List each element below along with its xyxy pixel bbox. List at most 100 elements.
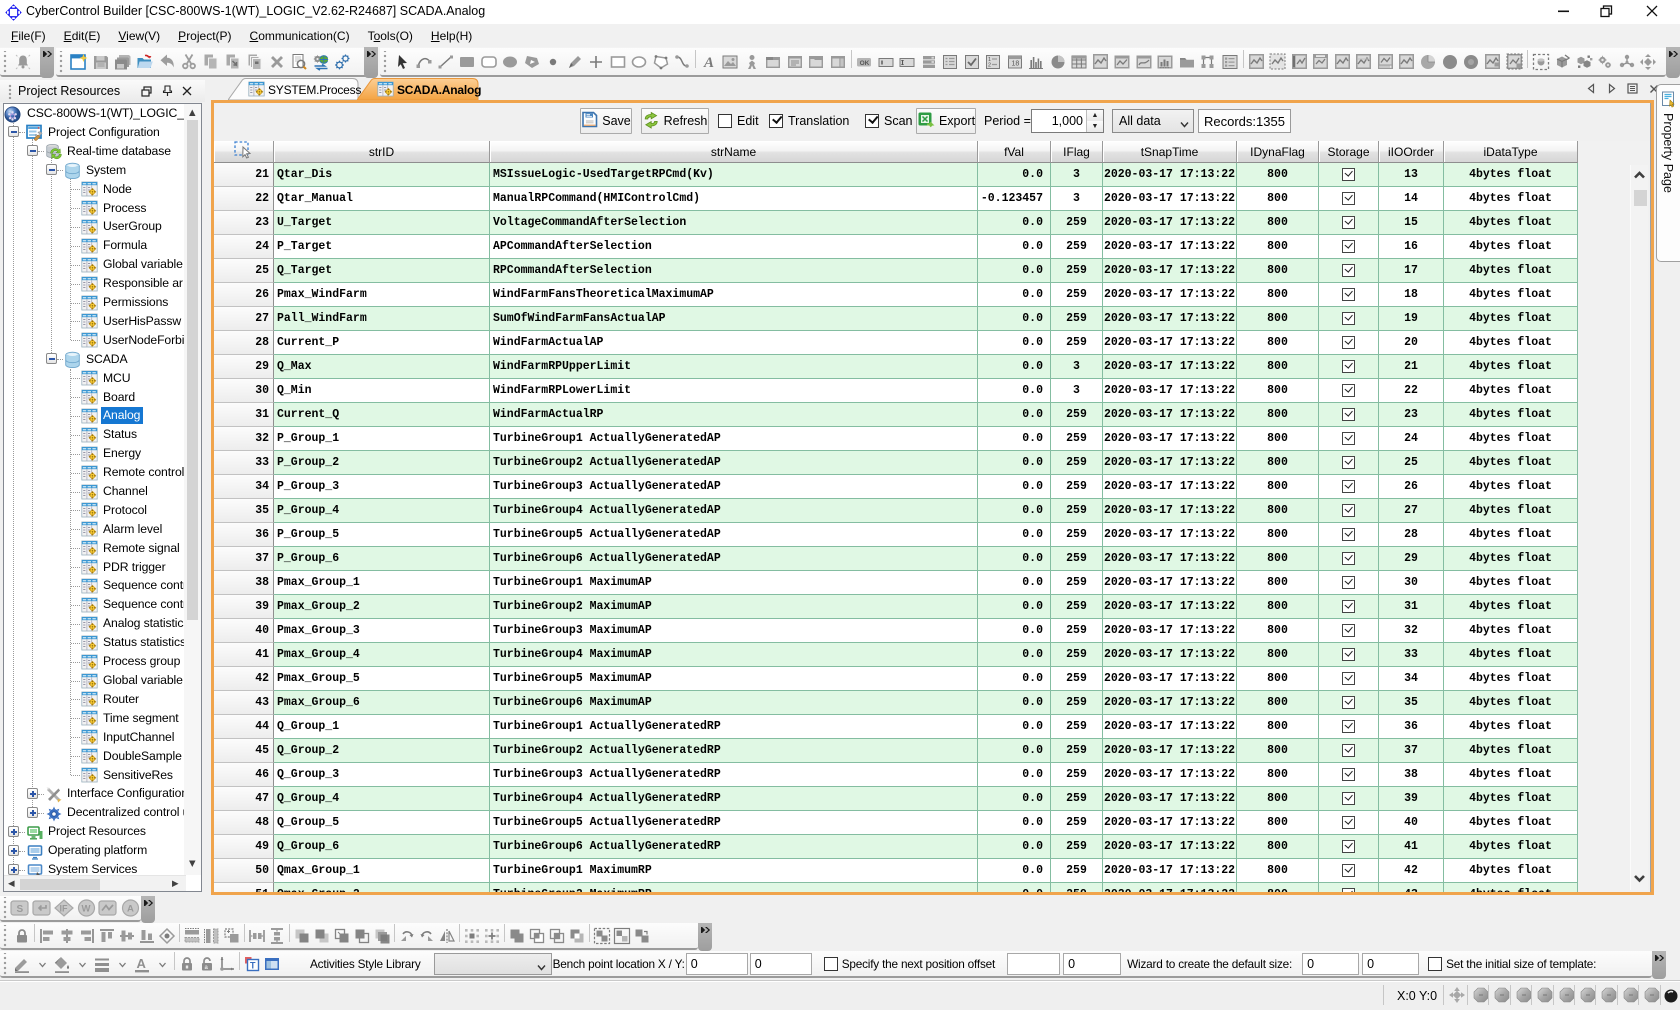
chart-titled-icon[interactable] (1310, 50, 1332, 74)
row-number[interactable]: 26 (214, 283, 274, 307)
center-diamond-icon[interactable] (157, 924, 177, 948)
table-cell[interactable]: TurbineGroup6 MaximumAP (490, 691, 978, 715)
table-cell[interactable]: 2020-03-17 17:13:22 (1103, 619, 1237, 643)
to-layer-icon[interactable] (372, 924, 392, 948)
table-row[interactable]: 51Qmax_Group_2TurbineGroup2 MaximumRP0.0… (214, 883, 1578, 892)
select-box-icon[interactable] (1530, 50, 1552, 74)
storage-checkbox[interactable] (1342, 240, 1355, 253)
table-cell[interactable]: 4bytes float (1444, 403, 1578, 427)
a-circle-icon[interactable]: A (119, 896, 141, 920)
table-cell[interactable]: 800 (1237, 187, 1319, 211)
table-grid-icon[interactable] (1069, 50, 1091, 74)
storage-checkbox[interactable] (1342, 744, 1355, 757)
tree-item[interactable]: Decentralized control u (64, 803, 190, 822)
row-number[interactable]: 47 (214, 787, 274, 811)
tab-system-process[interactable]: SYSTEM.Process (228, 78, 359, 100)
column-header-tSnapTime[interactable]: tSnapTime (1103, 141, 1237, 163)
row-number[interactable]: 49 (214, 835, 274, 859)
table-cell[interactable]: 800 (1237, 475, 1319, 499)
storage-checkbox[interactable] (1342, 216, 1355, 229)
tree-item[interactable]: Analog (100, 406, 143, 425)
table-row[interactable]: 38Pmax_Group_1TurbineGroup1 MaximumAP0.0… (214, 571, 1578, 595)
expand-box[interactable] (27, 788, 38, 799)
row-number[interactable]: 28 (214, 331, 274, 355)
table-cell[interactable]: Pmax_Group_4 (274, 643, 490, 667)
table-row[interactable]: 23U_TargetVoltageCommandAfterSelection0.… (214, 211, 1578, 235)
table-cell[interactable]: WindFarmRPUpperLimit (490, 355, 978, 379)
storage-checkbox[interactable] (1342, 336, 1355, 349)
table-cell[interactable]: 800 (1237, 787, 1319, 811)
table-cell[interactable]: 800 (1237, 451, 1319, 475)
row-number[interactable]: 32 (214, 427, 274, 451)
table-cell[interactable]: 4bytes float (1444, 643, 1578, 667)
table-cell[interactable]: Q_Group_2 (274, 739, 490, 763)
tree-item[interactable]: Node (100, 180, 135, 199)
table-cell[interactable] (1319, 187, 1379, 211)
win-chart2-icon[interactable] (1133, 50, 1155, 74)
table-cell[interactable]: 29 (1379, 547, 1444, 571)
table-cell[interactable]: 259 (1051, 235, 1103, 259)
table-row[interactable]: 25Q_TargetRPCommandAfterSelection0.02592… (214, 259, 1578, 283)
table-cell[interactable]: 27 (1379, 499, 1444, 523)
polygon-outline-icon[interactable] (650, 50, 672, 74)
tree-vscroll-thumb[interactable] (187, 120, 198, 620)
tree-item[interactable]: Sequence contr (100, 576, 190, 595)
table-vertical-scrollbar[interactable] (1630, 165, 1648, 890)
chart-plain-icon[interactable] (1332, 50, 1354, 74)
pen-icon[interactable] (564, 50, 586, 74)
table-cell[interactable]: 4bytes float (1444, 883, 1578, 892)
table-cell[interactable]: 24 (1379, 427, 1444, 451)
table-cell[interactable] (1319, 523, 1379, 547)
tree-item[interactable]: Energy (100, 444, 144, 463)
table-cell[interactable]: 3 (1051, 379, 1103, 403)
table-cell[interactable] (1319, 403, 1379, 427)
ellipse-outline-icon[interactable] (629, 50, 651, 74)
table-cell[interactable]: 259 (1051, 859, 1103, 883)
storage-checkbox[interactable] (1342, 840, 1355, 853)
style-t-icon[interactable]: T (242, 952, 262, 976)
rrect-outline-icon[interactable] (478, 50, 500, 74)
tree-item[interactable]: Operating platform (45, 841, 150, 860)
row-number[interactable]: 23 (214, 211, 274, 235)
dd-icon[interactable] (112, 952, 132, 976)
tree-item[interactable]: SCADA (83, 350, 131, 369)
row-number[interactable]: 22 (214, 187, 274, 211)
table-cell[interactable]: 3 (1051, 163, 1103, 187)
same-width-icon[interactable] (182, 924, 202, 948)
table-cell[interactable]: 800 (1237, 715, 1319, 739)
cursor-icon[interactable] (392, 50, 414, 74)
table-cell[interactable] (1319, 739, 1379, 763)
table-cell[interactable]: Q_Target (274, 259, 490, 283)
snap-grid-icon[interactable] (462, 924, 482, 948)
row-number[interactable]: 39 (214, 595, 274, 619)
panel-grip[interactable] (8, 84, 13, 99)
tree-item[interactable]: Status (100, 425, 140, 444)
table-cell[interactable]: 2020-03-17 17:13:22 (1103, 859, 1237, 883)
storage-checkbox[interactable] (1342, 792, 1355, 805)
lock-small2-icon[interactable]: a (197, 952, 217, 976)
storage-checkbox[interactable] (1342, 672, 1355, 685)
table-cell[interactable]: 800 (1237, 427, 1319, 451)
intersect-icon[interactable] (547, 924, 567, 948)
storage-checkbox[interactable] (1342, 720, 1355, 733)
connector-icon[interactable] (672, 50, 694, 74)
table-cell[interactable]: 4bytes float (1444, 667, 1578, 691)
table-cell[interactable]: 15 (1379, 211, 1444, 235)
open-folder-icon[interactable] (134, 50, 156, 74)
tree-item[interactable]: Process (100, 199, 149, 218)
table-cell[interactable]: 0.0 (978, 379, 1051, 403)
dd-icon[interactable] (72, 952, 92, 976)
form-list-icon[interactable] (784, 50, 806, 74)
table-cell[interactable]: Qmax_Group_2 (274, 883, 490, 892)
toolbar-overflow-chevron[interactable] (40, 47, 54, 78)
table-cell[interactable]: 800 (1237, 355, 1319, 379)
table-cell[interactable]: 259 (1051, 763, 1103, 787)
table-cell[interactable]: 800 (1237, 811, 1319, 835)
chart-mini-icon[interactable] (1396, 50, 1418, 74)
tree-item[interactable]: Formula (100, 236, 150, 255)
toolbar-overflow-chevron[interactable] (1666, 47, 1680, 78)
table-cell[interactable]: 21 (1379, 355, 1444, 379)
table-cell[interactable] (1319, 715, 1379, 739)
export-button[interactable]: Export (916, 108, 976, 134)
save-gray-icon[interactable] (90, 50, 112, 74)
